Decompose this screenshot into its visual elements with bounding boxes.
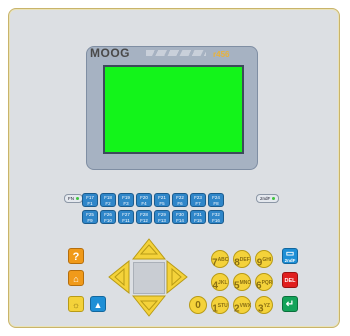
num-key-1[interactable]: 1STU: [211, 296, 229, 314]
fkey-f4[interactable]: F20 F4: [136, 193, 152, 207]
fkey-label: F12: [140, 218, 148, 223]
fkey-f5[interactable]: F21 F5: [154, 193, 170, 207]
fkey-label: F4: [141, 201, 147, 206]
num-key-3[interactable]: 3YZ: [255, 296, 273, 314]
light-icon: ☼: [71, 300, 81, 310]
fkey-label: F3: [123, 201, 129, 206]
fkey-label: F15: [194, 218, 202, 223]
brand-label: MOOG: [90, 46, 130, 60]
arrow-up-icon[interactable]: [132, 238, 166, 260]
arrow-down-icon[interactable]: [132, 295, 166, 317]
fkey-label: F16: [212, 218, 220, 223]
enter-button[interactable]: ↵: [282, 296, 298, 312]
num-key-letters: GHI: [262, 257, 272, 263]
num-key-6[interactable]: 6PQR: [255, 273, 273, 291]
num-key-0[interactable]: 0: [189, 296, 207, 314]
fkey-f13[interactable]: F29 F13: [154, 210, 170, 224]
display-screen: [103, 65, 244, 154]
secondf-label: 2ndF: [284, 258, 296, 263]
num-key-letters: STU: [217, 303, 228, 309]
num-key-8[interactable]: 8DEF: [233, 250, 251, 268]
secondf-icon: ▭: [285, 248, 295, 258]
fkey-f16[interactable]: F32 F16: [208, 210, 224, 224]
secondf-button[interactable]: ▭ 2ndF: [282, 248, 298, 264]
num-key-letters: JKL: [218, 280, 228, 286]
up-button[interactable]: ▲: [90, 296, 106, 312]
num-key-9[interactable]: 9GHI: [255, 250, 273, 268]
fkey-label: F2: [105, 201, 111, 206]
num-key-letters: DEF: [239, 257, 250, 263]
secondf-indicator: 2ndF: [256, 194, 280, 203]
num-key-letters: PQR: [261, 280, 273, 286]
model-label: r456: [213, 50, 230, 59]
fkey-label: F1: [87, 201, 93, 206]
fkey-label: F5: [159, 201, 165, 206]
fn-indicator: FN: [64, 194, 83, 203]
fkey-f10[interactable]: F26 F10: [100, 210, 116, 224]
num-key-letters: ABC: [217, 257, 229, 263]
fkey-label: F10: [104, 218, 112, 223]
enter-icon: ↵: [285, 299, 295, 310]
fn-indicator-label: FN: [68, 196, 74, 201]
fkey-f12[interactable]: F28 F12: [136, 210, 152, 224]
secondf-led-icon: [272, 197, 276, 201]
fkey-f9[interactable]: F25 F9: [82, 210, 98, 224]
fkey-f7[interactable]: F23 F7: [190, 193, 206, 207]
secondf-indicator-label: 2ndF: [260, 196, 271, 201]
num-key-digit: 0: [195, 300, 201, 311]
num-key-letters: YZ: [263, 303, 270, 309]
fkey-label: F7: [195, 201, 201, 206]
num-key-5[interactable]: 5MNO: [233, 273, 251, 291]
num-key-letters: VWX: [239, 303, 251, 309]
fkey-f2[interactable]: F18 F2: [100, 193, 116, 207]
fkey-f11[interactable]: F27 F11: [118, 210, 134, 224]
fkey-f3[interactable]: F19 F3: [118, 193, 134, 207]
num-key-4[interactable]: 4JKL: [211, 273, 229, 291]
num-key-2[interactable]: 2VWX: [233, 296, 251, 314]
fkey-label: F13: [158, 218, 166, 223]
num-key-7[interactable]: 7ABC: [211, 250, 229, 268]
home-icon: ⌂: [73, 274, 79, 284]
fkey-label: F14: [176, 218, 184, 223]
fkey-f6[interactable]: F22 F6: [172, 193, 188, 207]
fkey-f8[interactable]: F24 F8: [208, 193, 224, 207]
home-button[interactable]: ⌂: [68, 270, 84, 286]
arrow-right-icon[interactable]: [166, 260, 188, 294]
fkey-label: F9: [87, 218, 93, 223]
fn-led-icon: [76, 197, 79, 201]
light-button[interactable]: ☼: [68, 296, 84, 312]
delete-button[interactable]: DEL: [282, 272, 298, 288]
arrow-left-icon[interactable]: [108, 260, 130, 294]
fkey-label: F11: [122, 218, 130, 223]
brand-stripes: [146, 50, 206, 56]
help-button[interactable]: ?: [68, 248, 84, 264]
num-key-letters: MNO: [239, 280, 252, 286]
fkey-label: F6: [177, 201, 183, 206]
arrow-pad-center: [133, 262, 165, 294]
fkey-f15[interactable]: F31 F15: [190, 210, 206, 224]
fkey-label: F8: [213, 201, 219, 206]
fkey-f1[interactable]: F17 F1: [82, 193, 98, 207]
fkey-f14[interactable]: F30 F14: [172, 210, 188, 224]
